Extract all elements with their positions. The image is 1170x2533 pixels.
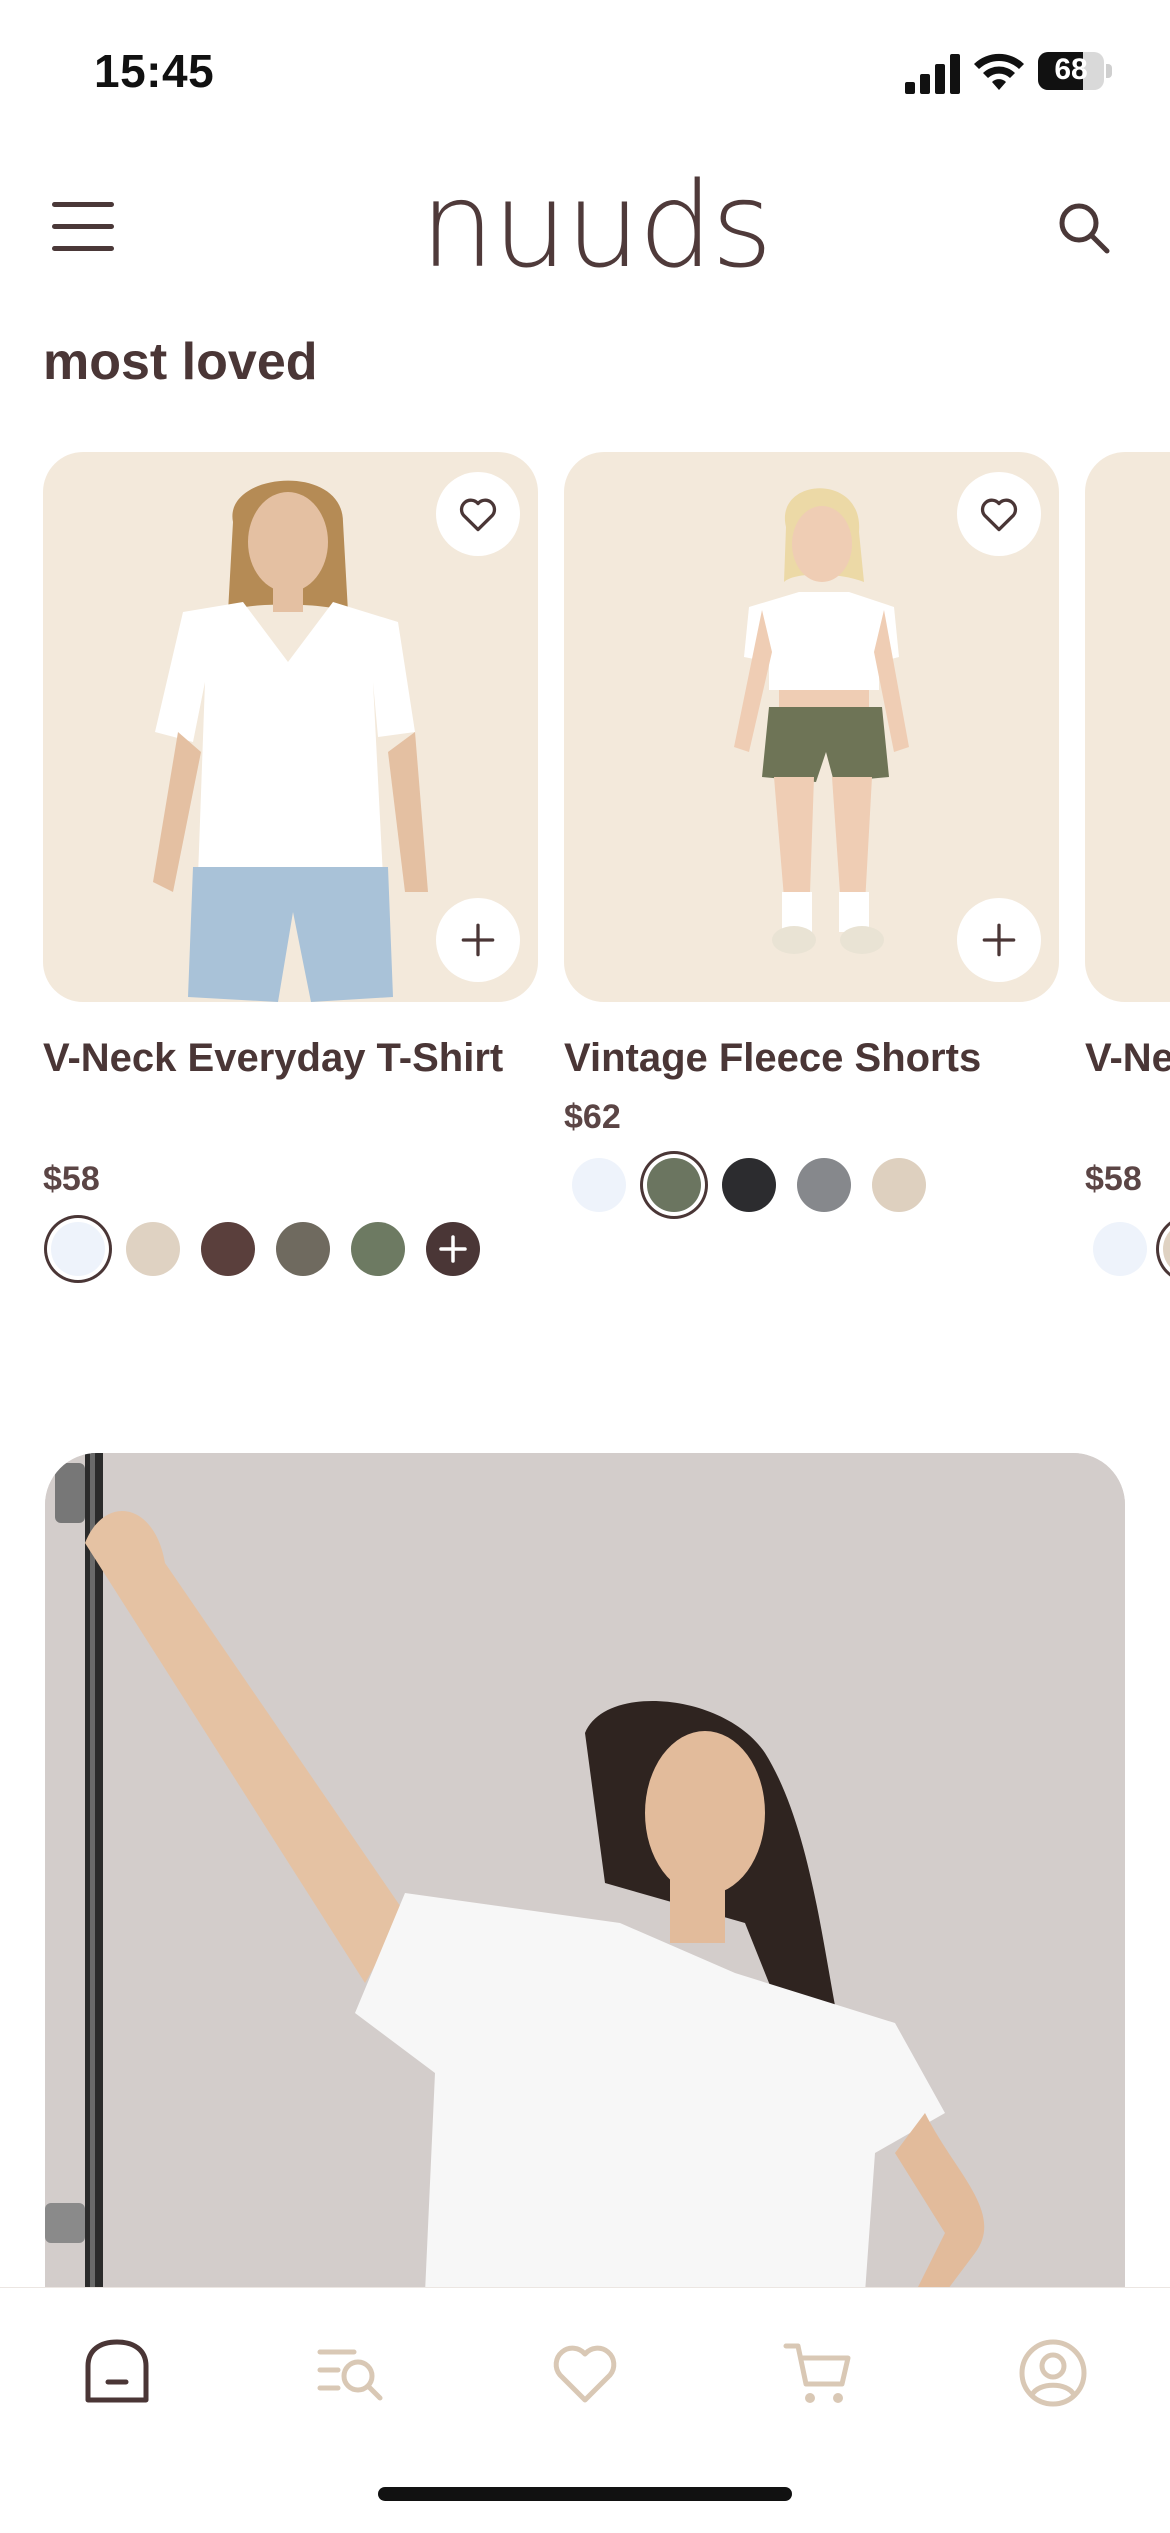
plus-icon bbox=[439, 1235, 467, 1263]
status-bar: 15:45 68 bbox=[0, 0, 1170, 150]
battery-percent: 68 bbox=[1054, 53, 1088, 86]
tab-account[interactable] bbox=[1016, 2336, 1090, 2410]
quick-add-button[interactable] bbox=[957, 898, 1041, 982]
favorite-button[interactable] bbox=[436, 472, 520, 556]
favorite-button[interactable] bbox=[957, 472, 1041, 556]
product-card-clip: V-Neck Everyday T-Shirt $58 bbox=[1085, 452, 1170, 1352]
color-swatch[interactable] bbox=[872, 1158, 926, 1212]
search-icon[interactable] bbox=[1056, 200, 1112, 256]
product-image[interactable] bbox=[564, 452, 1059, 1002]
tab-favorites[interactable] bbox=[548, 2336, 622, 2410]
heart-icon bbox=[459, 498, 497, 532]
hero-banner-image[interactable] bbox=[45, 1453, 1125, 2293]
color-swatch[interactable] bbox=[201, 1222, 255, 1276]
color-swatch[interactable] bbox=[126, 1222, 180, 1276]
color-swatch[interactable] bbox=[572, 1158, 626, 1212]
color-swatches bbox=[564, 1158, 1084, 1228]
section-title: most loved bbox=[43, 333, 318, 391]
color-swatch[interactable] bbox=[722, 1158, 776, 1212]
product-name[interactable]: V-Neck Everyday T-Shirt bbox=[43, 1027, 513, 1089]
hero-photo bbox=[45, 1453, 1125, 2293]
color-swatch[interactable] bbox=[797, 1158, 851, 1212]
color-swatches bbox=[1085, 1222, 1170, 1292]
wifi-icon bbox=[974, 53, 1024, 90]
color-swatch[interactable] bbox=[1093, 1222, 1147, 1276]
tab-home[interactable] bbox=[80, 2336, 154, 2410]
tab-browse[interactable] bbox=[314, 2336, 388, 2410]
cellular-signal-icon bbox=[905, 54, 960, 94]
product-price: $58 bbox=[43, 1160, 100, 1198]
product-name[interactable]: V-Neck Everyday T-Shirt bbox=[1085, 1027, 1170, 1089]
status-time: 15:45 bbox=[94, 45, 215, 97]
product-image[interactable] bbox=[1085, 452, 1170, 1002]
product-price: $58 bbox=[1085, 1160, 1142, 1198]
quick-add-button[interactable] bbox=[436, 898, 520, 982]
color-swatch[interactable] bbox=[351, 1222, 405, 1276]
color-swatch[interactable] bbox=[647, 1158, 701, 1212]
color-swatches bbox=[43, 1222, 563, 1292]
heart-icon bbox=[980, 498, 1018, 532]
tab-cart[interactable] bbox=[782, 2336, 856, 2410]
more-colors-button[interactable] bbox=[426, 1222, 480, 1276]
product-card[interactable]: Vintage Fleece Shorts $62 bbox=[564, 452, 1059, 1212]
color-swatch[interactable] bbox=[51, 1222, 105, 1276]
color-swatch[interactable] bbox=[1163, 1222, 1170, 1276]
hamburger-menu-icon[interactable] bbox=[52, 200, 116, 254]
brand-logo[interactable]: nuuds bbox=[420, 155, 773, 295]
plus-icon bbox=[461, 923, 495, 957]
product-card[interactable]: V-Neck Everyday T-Shirt $58 bbox=[1085, 452, 1170, 1276]
plus-icon bbox=[982, 923, 1016, 957]
battery-icon: 68 bbox=[1038, 52, 1114, 92]
product-image[interactable] bbox=[43, 452, 538, 1002]
product-card[interactable]: V-Neck Everyday T-Shirt $58 bbox=[43, 452, 538, 1276]
home-indicator bbox=[378, 2487, 792, 2501]
product-name[interactable]: Vintage Fleece Shorts bbox=[564, 1027, 1034, 1089]
product-price: $62 bbox=[564, 1098, 621, 1136]
color-swatch[interactable] bbox=[276, 1222, 330, 1276]
